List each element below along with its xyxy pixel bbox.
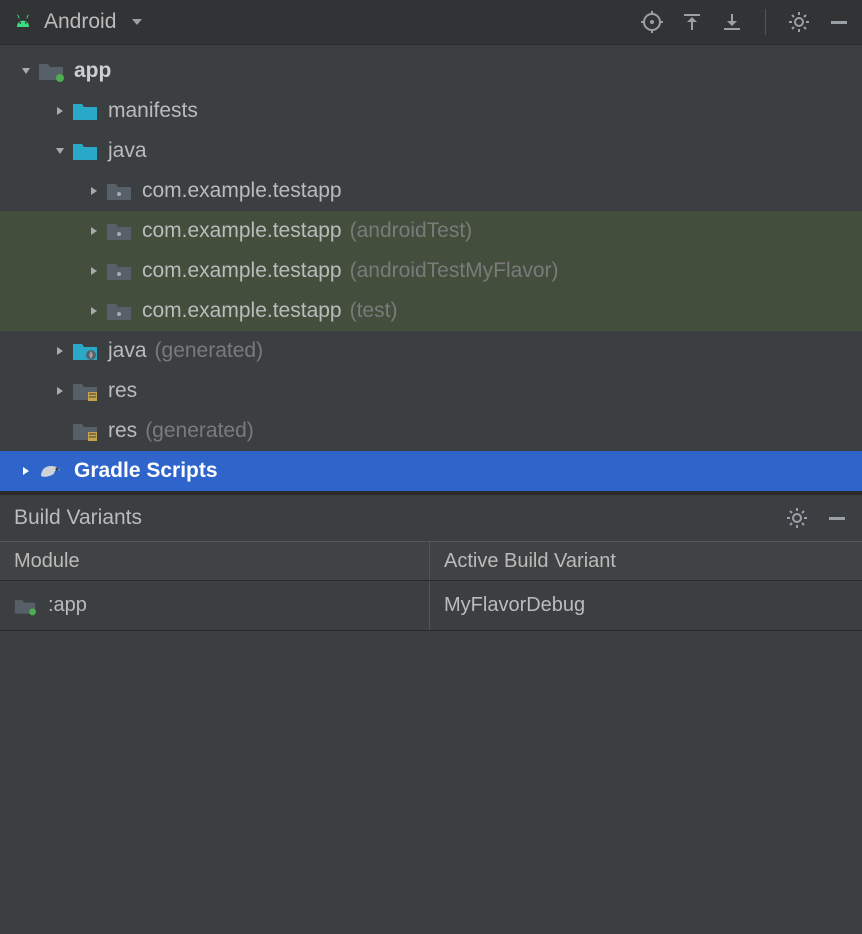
tree-label-suffix: (test) xyxy=(350,299,398,323)
project-toolbar: Android xyxy=(0,0,862,45)
tree-label: app xyxy=(74,59,111,83)
tree-node-package-main[interactable]: com.example.testapp xyxy=(0,171,862,211)
chevron-down-icon[interactable] xyxy=(14,65,38,77)
chevron-right-icon[interactable] xyxy=(82,225,106,237)
tree-label-suffix: (androidTest) xyxy=(350,219,473,243)
minimize-icon[interactable] xyxy=(828,11,850,33)
tree-label: java xyxy=(108,139,147,163)
tree-node-java[interactable]: java xyxy=(0,131,862,171)
project-tree: app manifests java com.example.testapp xyxy=(0,45,862,491)
chevron-down-icon[interactable] xyxy=(48,145,72,157)
folder-icon xyxy=(72,138,98,164)
expand-all-icon[interactable] xyxy=(721,11,743,33)
build-variants-table-header: Module Active Build Variant xyxy=(0,541,862,581)
column-header-module[interactable]: Module xyxy=(0,542,430,580)
module-folder-icon xyxy=(14,596,36,616)
tree-node-app[interactable]: app xyxy=(0,51,862,91)
gear-icon[interactable] xyxy=(788,11,810,33)
tree-label-suffix: (androidTestMyFlavor) xyxy=(350,259,559,283)
package-icon xyxy=(106,258,132,284)
column-header-active-variant[interactable]: Active Build Variant xyxy=(430,542,862,580)
tree-label: res xyxy=(108,419,137,443)
build-variants-row[interactable]: :app MyFlavorDebug xyxy=(0,581,862,631)
chevron-right-icon[interactable] xyxy=(48,105,72,117)
module-folder-icon xyxy=(38,58,64,84)
tree-node-res-generated[interactable]: res (generated) xyxy=(0,411,862,451)
module-name: :app xyxy=(48,594,87,617)
android-icon xyxy=(12,11,34,33)
tree-node-package-androidtestmyflavor[interactable]: com.example.testapp (androidTestMyFlavor… xyxy=(0,251,862,291)
target-icon[interactable] xyxy=(641,11,663,33)
package-icon xyxy=(106,178,132,204)
chevron-right-icon[interactable] xyxy=(48,385,72,397)
tree-label-suffix: (generated) xyxy=(145,419,254,443)
chevron-right-icon[interactable] xyxy=(14,465,38,477)
gradle-icon xyxy=(38,458,64,484)
chevron-right-icon[interactable] xyxy=(82,185,106,197)
toolbar-left: Android xyxy=(12,10,641,34)
tree-node-gradle-scripts[interactable]: Gradle Scripts xyxy=(0,451,862,491)
chevron-right-icon[interactable] xyxy=(82,265,106,277)
tree-node-java-generated[interactable]: java (generated) xyxy=(0,331,862,371)
chevron-right-icon[interactable] xyxy=(82,305,106,317)
collapse-all-icon[interactable] xyxy=(681,11,703,33)
tree-label: com.example.testapp xyxy=(142,259,342,283)
chevron-right-icon[interactable] xyxy=(48,345,72,357)
package-icon xyxy=(106,218,132,244)
gear-icon[interactable] xyxy=(786,507,808,529)
dropdown-triangle-icon[interactable] xyxy=(126,11,148,33)
empty-area xyxy=(0,631,862,911)
view-selector-label[interactable]: Android xyxy=(44,10,116,34)
variant-cell[interactable]: MyFlavorDebug xyxy=(430,581,862,630)
tree-label: manifests xyxy=(108,99,198,123)
tree-label: com.example.testapp xyxy=(142,299,342,323)
tree-label: java xyxy=(108,339,147,363)
toolbar-right xyxy=(641,9,850,35)
tree-label-suffix: (generated) xyxy=(155,339,264,363)
variant-name: MyFlavorDebug xyxy=(444,594,585,617)
tree-label: com.example.testapp xyxy=(142,219,342,243)
tree-node-manifests[interactable]: manifests xyxy=(0,91,862,131)
minimize-icon[interactable] xyxy=(826,507,848,529)
tree-node-package-test[interactable]: com.example.testapp (test) xyxy=(0,291,862,331)
module-cell[interactable]: :app xyxy=(0,581,430,630)
tree-label: com.example.testapp xyxy=(142,179,342,203)
build-variants-title: Build Variants xyxy=(14,506,142,530)
tree-node-res[interactable]: res xyxy=(0,371,862,411)
tree-label: Gradle Scripts xyxy=(74,459,218,483)
res-folder-icon xyxy=(72,418,98,444)
build-variants-header: Build Variants xyxy=(0,495,862,541)
build-variants-panel: Build Variants Module Active Build Varia… xyxy=(0,491,862,911)
tree-label: res xyxy=(108,379,137,403)
generated-folder-icon xyxy=(72,338,98,364)
tree-node-package-androidtest[interactable]: com.example.testapp (androidTest) xyxy=(0,211,862,251)
folder-icon xyxy=(72,98,98,124)
package-icon xyxy=(106,298,132,324)
toolbar-separator xyxy=(765,9,766,35)
res-folder-icon xyxy=(72,378,98,404)
